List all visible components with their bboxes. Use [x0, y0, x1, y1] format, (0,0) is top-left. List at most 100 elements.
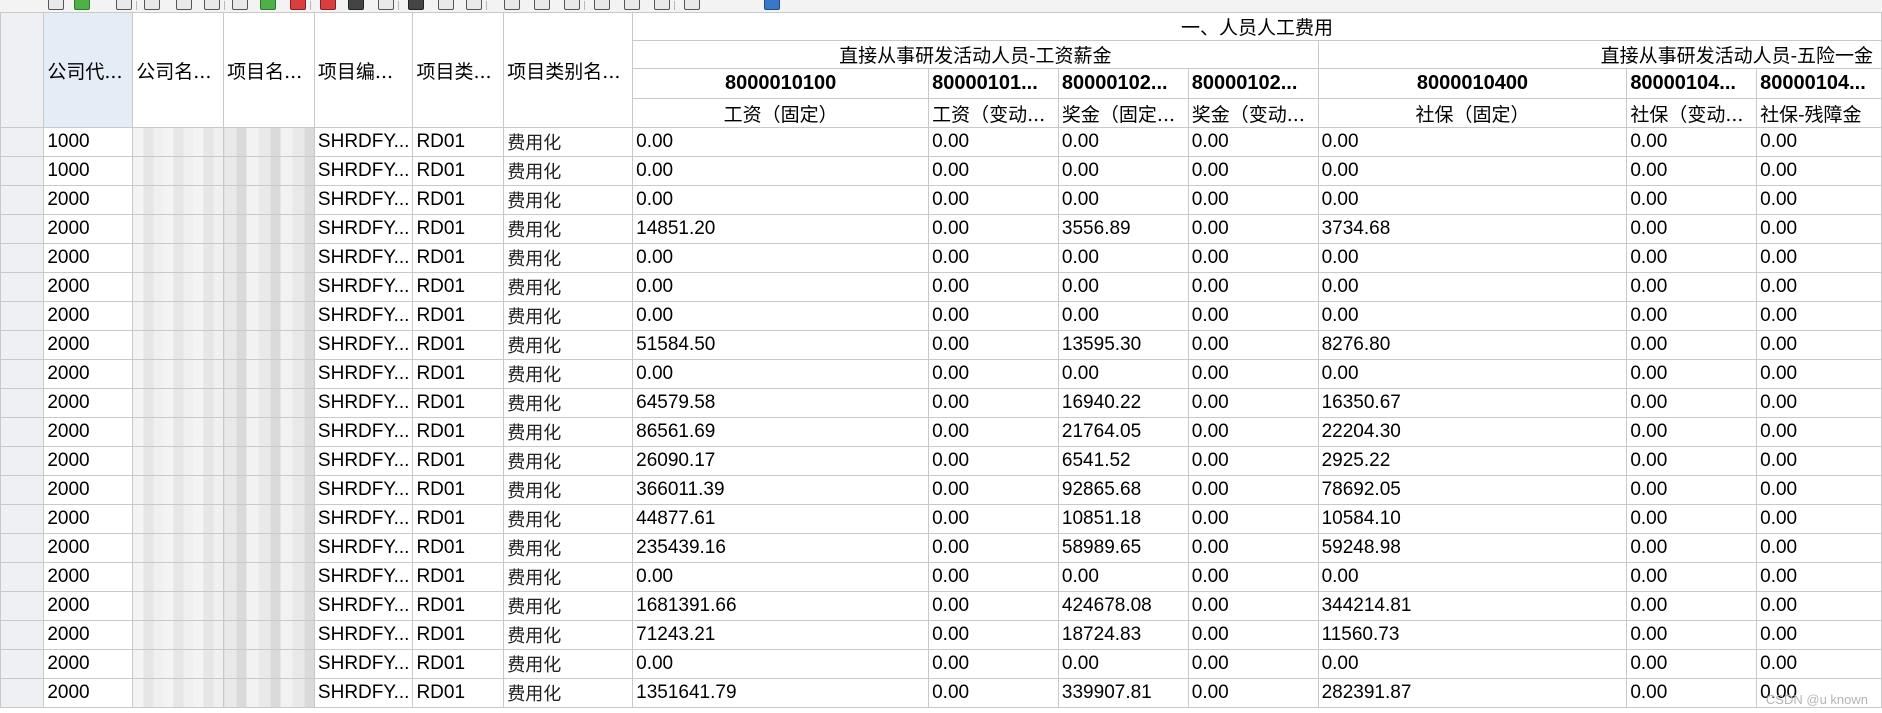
- cell-amount[interactable]: 0.00: [928, 620, 1059, 650]
- column-name-salary-variable[interactable]: 工资（变动...: [928, 98, 1059, 128]
- cell-project-name-redacted[interactable]: [223, 591, 315, 621]
- column-name-social-variable[interactable]: 社保（变动...: [1626, 98, 1758, 128]
- cell-amount[interactable]: 0.00: [1756, 562, 1882, 592]
- cell-amount[interactable]: 0.00: [1756, 330, 1882, 360]
- cell-company-name-redacted[interactable]: [132, 678, 225, 708]
- cell-amount[interactable]: 0.00: [1626, 591, 1758, 621]
- table-row[interactable]: 2000 SHRDFY... RD01 费用化 1681391.66 0.00 424678…: [0, 591, 1882, 621]
- column-name-social-disability[interactable]: 社保-残障金: [1756, 98, 1882, 128]
- cell-project-code[interactable]: SHRDFY...: [313, 678, 414, 708]
- cell-amount[interactable]: 235439.16: [632, 533, 930, 563]
- cell-amount[interactable]: 0.00: [1187, 417, 1319, 447]
- cell-amount[interactable]: 0.00: [1317, 272, 1628, 302]
- cell-amount[interactable]: 0.00: [1626, 330, 1758, 360]
- cell-project-name-redacted[interactable]: [223, 475, 315, 505]
- cell-amount[interactable]: 0.00: [928, 243, 1059, 273]
- cell-amount[interactable]: 0.00: [632, 301, 930, 331]
- cut-icon[interactable]: [140, 0, 166, 11]
- cell-project-category[interactable]: RD01: [412, 620, 505, 650]
- cell-amount[interactable]: 0.00: [1626, 620, 1758, 650]
- dark-block-icon[interactable]: [404, 0, 430, 11]
- cell-amount[interactable]: 10584.10: [1317, 504, 1628, 534]
- cell-amount[interactable]: 0.00: [928, 649, 1059, 679]
- cell-amount[interactable]: 0.00: [1626, 446, 1758, 476]
- table-row[interactable]: 2000 SHRDFY... RD01 费用化 86561.69 0.00 21764.05…: [0, 417, 1882, 447]
- cell-company-name-redacted[interactable]: [132, 533, 225, 563]
- cell-amount[interactable]: 0.00: [1187, 649, 1319, 679]
- cell-project-code[interactable]: SHRDFY...: [313, 417, 414, 447]
- cell-company-name-redacted[interactable]: [132, 649, 225, 679]
- table-row[interactable]: 2000 SHRDFY... RD01 费用化 64579.58 0.00 16940.22…: [0, 388, 1882, 418]
- column-header-project-code[interactable]: 项目编...: [313, 12, 414, 128]
- cell-amount[interactable]: 0.00: [1626, 475, 1758, 505]
- cell-project-code[interactable]: SHRDFY...: [313, 214, 414, 244]
- row-selector[interactable]: [0, 301, 45, 331]
- cell-project-category[interactable]: RD01: [412, 214, 505, 244]
- table-row[interactable]: 2000 SHRDFY... RD01 费用化 0.00 0.00 0.00 0.00 0.00…: [0, 562, 1882, 592]
- cell-company-name-redacted[interactable]: [132, 446, 225, 476]
- minus-icon[interactable]: [374, 0, 400, 11]
- row-selector[interactable]: [0, 678, 45, 708]
- view-icon[interactable]: [620, 0, 646, 11]
- cell-amount[interactable]: 0.00: [928, 591, 1059, 621]
- cell-project-name-redacted[interactable]: [223, 388, 315, 418]
- cell-project-code[interactable]: SHRDFY...: [313, 243, 414, 273]
- cell-amount[interactable]: 0.00: [1057, 127, 1189, 157]
- cell-company-code[interactable]: 2000: [43, 446, 134, 476]
- cell-company-name-redacted[interactable]: [132, 417, 225, 447]
- cell-amount[interactable]: 0.00: [1187, 533, 1319, 563]
- cell-project-code[interactable]: SHRDFY...: [313, 330, 414, 360]
- row-selector[interactable]: [0, 156, 45, 186]
- table-row[interactable]: 2000 SHRDFY... RD01 费用化 0.00 0.00 0.00 0.00 0.00…: [0, 272, 1882, 302]
- cell-project-code[interactable]: SHRDFY...: [313, 562, 414, 592]
- cell-project-category[interactable]: RD01: [412, 446, 505, 476]
- select-all-icon[interactable]: [44, 0, 70, 11]
- cell-amount[interactable]: 0.00: [1756, 417, 1882, 447]
- cell-amount[interactable]: 0.00: [1187, 185, 1319, 215]
- cell-amount[interactable]: 3556.89: [1057, 214, 1189, 244]
- cell-company-code[interactable]: 1000: [43, 156, 134, 186]
- cell-project-name-redacted[interactable]: [223, 504, 315, 534]
- cell-company-code[interactable]: 2000: [43, 504, 134, 534]
- column-header-project-name[interactable]: 项目名...: [223, 12, 315, 128]
- cell-amount[interactable]: 0.00: [1626, 272, 1758, 302]
- sort-ascending-icon[interactable]: [462, 0, 488, 11]
- cell-amount[interactable]: 0.00: [928, 272, 1059, 302]
- delete-row-icon[interactable]: [286, 0, 312, 11]
- row-selector[interactable]: [0, 127, 45, 157]
- cell-amount[interactable]: 0.00: [1187, 620, 1319, 650]
- cell-amount[interactable]: 0.00: [928, 359, 1059, 389]
- row-selector[interactable]: [0, 620, 45, 650]
- cell-project-name-redacted[interactable]: [223, 301, 315, 331]
- cell-project-code[interactable]: SHRDFY...: [313, 591, 414, 621]
- table-row[interactable]: 2000 SHRDFY... RD01 费用化 26090.17 0.00 6541.52 0…: [0, 446, 1882, 476]
- cell-project-category[interactable]: RD01: [412, 272, 505, 302]
- cell-amount[interactable]: 0.00: [928, 388, 1059, 418]
- row-selector[interactable]: [0, 475, 45, 505]
- cell-amount[interactable]: 0.00: [1317, 127, 1628, 157]
- cell-project-name-redacted[interactable]: [223, 620, 315, 650]
- details-icon[interactable]: [70, 0, 96, 11]
- cell-project-name-redacted[interactable]: [223, 272, 315, 302]
- add-column-icon[interactable]: [434, 0, 460, 11]
- cell-amount[interactable]: 2925.22: [1317, 446, 1628, 476]
- cell-amount[interactable]: 0.00: [1756, 620, 1882, 650]
- cell-project-code[interactable]: SHRDFY...: [313, 359, 414, 389]
- cell-project-code[interactable]: SHRDFY...: [313, 504, 414, 534]
- cell-amount[interactable]: 51584.50: [632, 330, 930, 360]
- cell-company-code[interactable]: 2000: [43, 562, 134, 592]
- cell-amount[interactable]: 0.00: [928, 504, 1059, 534]
- cell-amount[interactable]: 18724.83: [1057, 620, 1189, 650]
- cell-company-name-redacted[interactable]: [132, 127, 225, 157]
- cell-project-category-name[interactable]: 费用化: [503, 185, 634, 215]
- cell-amount[interactable]: 0.00: [1057, 156, 1189, 186]
- cell-amount[interactable]: 86561.69: [632, 417, 930, 447]
- cell-amount[interactable]: 0.00: [1756, 214, 1882, 244]
- sort-icon[interactable]: [112, 0, 138, 11]
- cell-project-category[interactable]: RD01: [412, 562, 505, 592]
- cell-amount[interactable]: 6541.52: [1057, 446, 1189, 476]
- paste-icon[interactable]: [200, 0, 226, 11]
- cell-amount[interactable]: 0.00: [1626, 301, 1758, 331]
- cell-amount[interactable]: 16350.67: [1317, 388, 1628, 418]
- table-row[interactable]: 2000 SHRDFY... RD01 费用化 44877.61 0.00 10851.18…: [0, 504, 1882, 534]
